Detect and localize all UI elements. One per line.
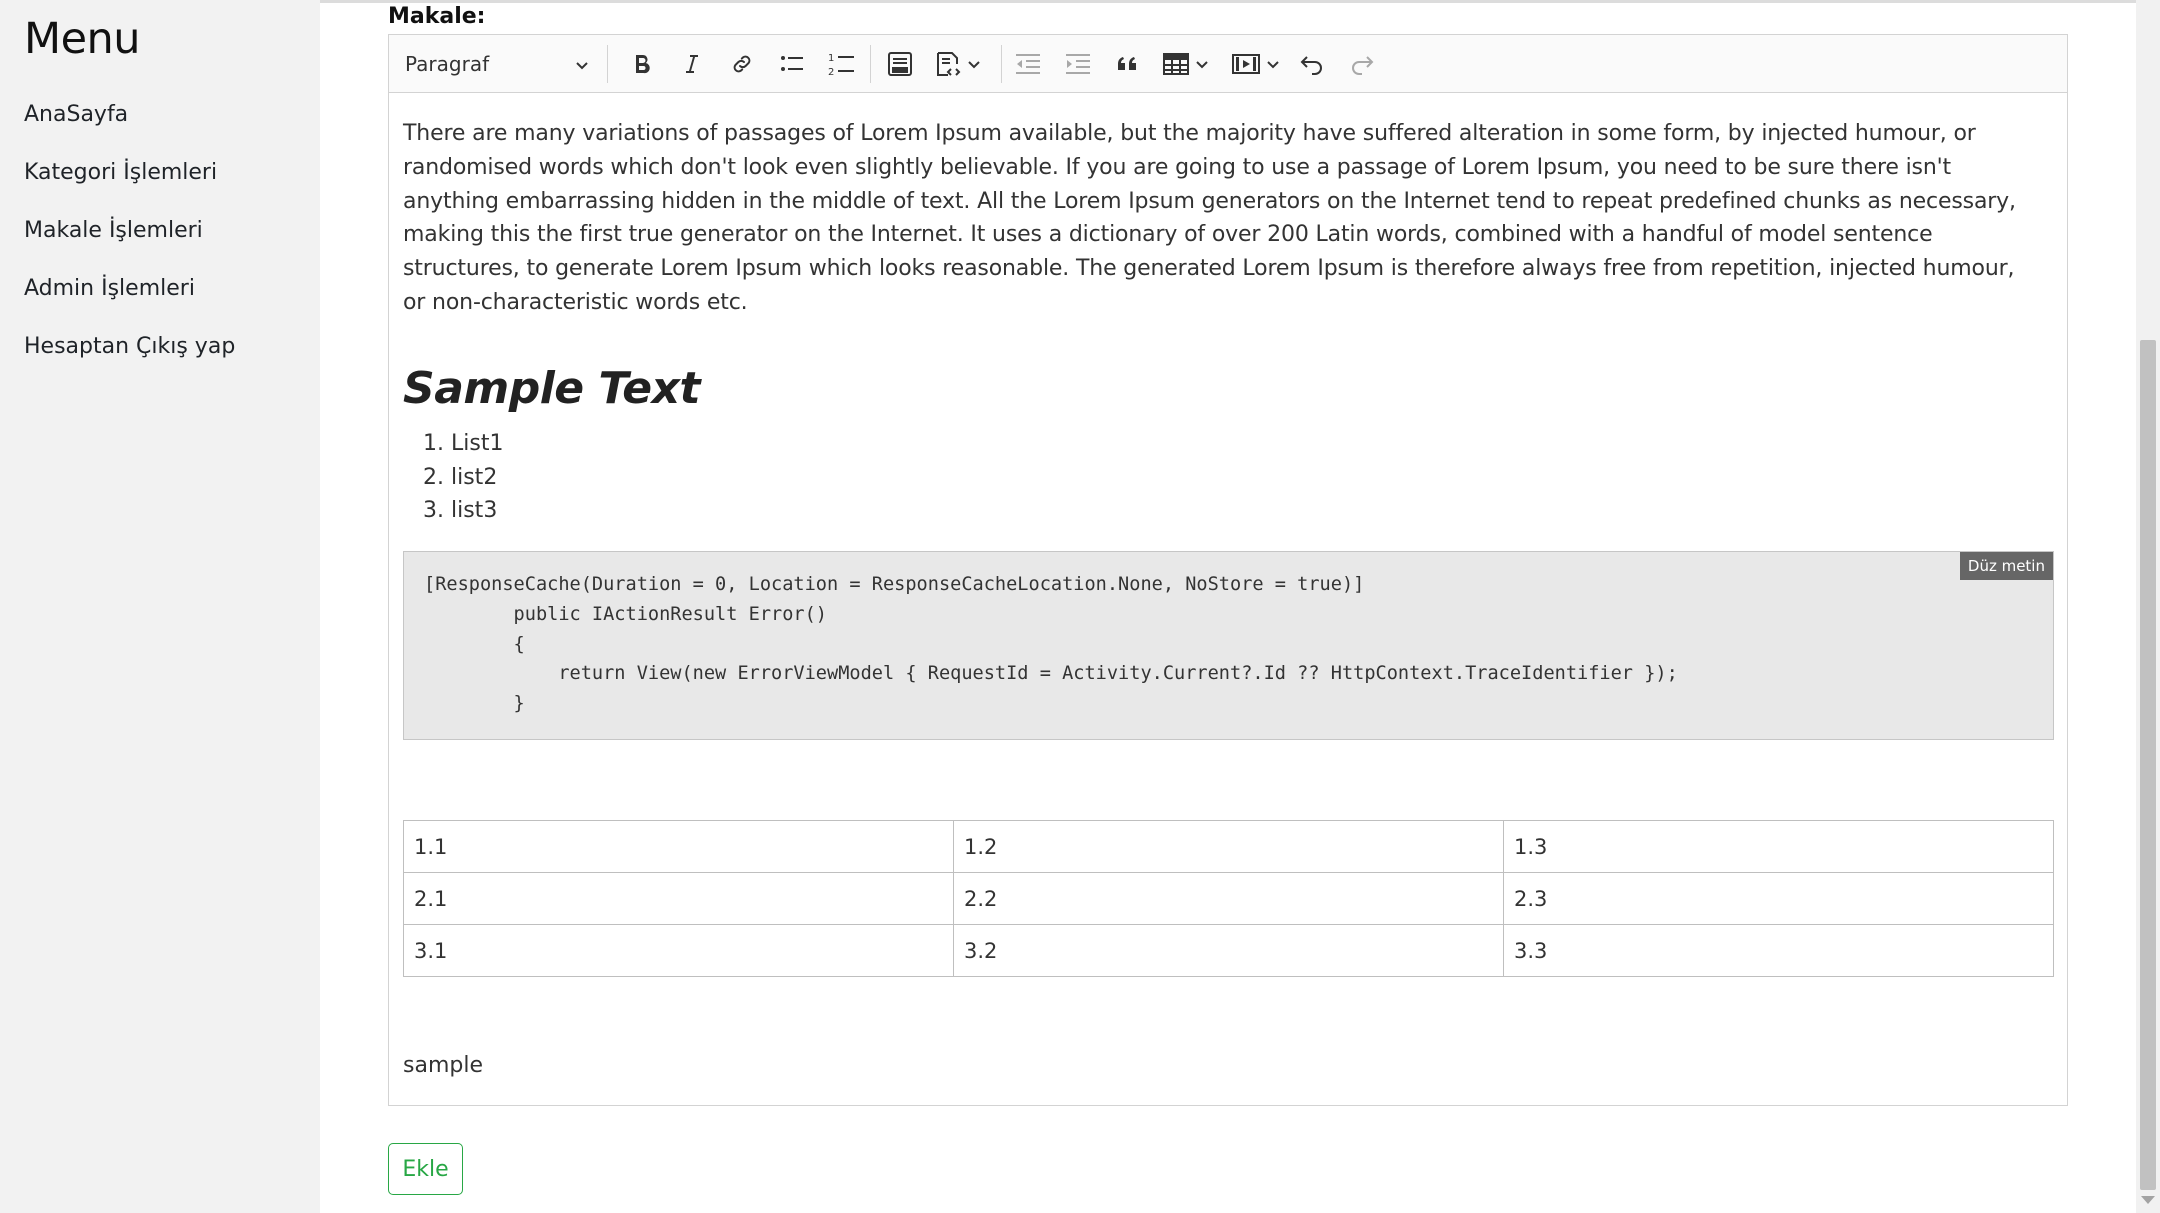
bold-icon[interactable] bbox=[619, 43, 665, 85]
code-text: [ResponseCache(Duration = 0, Location = … bbox=[424, 574, 1678, 715]
heading-dropdown-value: Paragraf bbox=[405, 52, 490, 76]
sidebar-title: Menu bbox=[24, 14, 141, 64]
article-field-label: Makale: bbox=[388, 4, 486, 29]
italic-icon[interactable] bbox=[669, 43, 715, 85]
table-cell[interactable]: 3.3 bbox=[1503, 924, 2054, 977]
blockquote-icon[interactable] bbox=[1105, 43, 1151, 85]
table-cell[interactable]: 1.3 bbox=[1503, 820, 2054, 873]
scrollbar-thumb[interactable] bbox=[2140, 340, 2156, 1190]
list-item: list2 bbox=[451, 461, 503, 495]
redo-icon[interactable] bbox=[1339, 43, 1385, 85]
sidebar-item-kategori-islemleri[interactable]: Kategori İşlemleri bbox=[24, 154, 235, 212]
table-cell[interactable]: 2.1 bbox=[403, 872, 954, 925]
html-embed-icon[interactable] bbox=[877, 43, 923, 85]
numbered-list: List1 list2 list3 bbox=[403, 427, 503, 528]
sidebar: Menu AnaSayfa Kategori İşlemleri Makale … bbox=[0, 0, 320, 1213]
content-table[interactable]: 1.1 1.2 1.3 2.1 2.2 2.3 3.1 3.2 3.3 bbox=[403, 820, 2054, 977]
outdent-icon[interactable] bbox=[1005, 43, 1051, 85]
table-cell[interactable]: 2.2 bbox=[953, 872, 1504, 925]
code-language-badge: Düz metin bbox=[1959, 552, 2053, 580]
toolbar-separator bbox=[1001, 45, 1002, 83]
sidebar-nav: AnaSayfa Kategori İşlemleri Makale İşlem… bbox=[24, 96, 235, 386]
scroll-down-icon[interactable] bbox=[2141, 1196, 2155, 1204]
list-item: list3 bbox=[451, 494, 503, 528]
table-cell[interactable]: 1.2 bbox=[953, 820, 1504, 873]
table-row: 2.1 2.2 2.3 bbox=[403, 872, 2054, 925]
heading-dropdown[interactable]: Paragraf bbox=[397, 43, 597, 85]
top-border bbox=[0, 0, 2160, 3]
table-row: 1.1 1.2 1.3 bbox=[403, 820, 2054, 873]
editor-content[interactable]: There are many variations of passages of… bbox=[389, 93, 2067, 1105]
code-block[interactable]: Düz metin [ResponseCache(Duration = 0, L… bbox=[403, 551, 2054, 740]
table-icon[interactable] bbox=[1155, 43, 1217, 85]
table-row: 3.1 3.2 3.3 bbox=[403, 924, 2054, 977]
table-cell[interactable]: 1.1 bbox=[403, 820, 954, 873]
bulleted-list-icon[interactable] bbox=[769, 43, 815, 85]
chevron-down-icon bbox=[573, 55, 591, 79]
toolbar-separator bbox=[870, 45, 871, 83]
sidebar-item-anasayfa[interactable]: AnaSayfa bbox=[24, 96, 235, 154]
svg-text:1: 1 bbox=[828, 53, 834, 64]
numbered-list-icon[interactable]: 12 bbox=[819, 43, 865, 85]
list-item: List1 bbox=[451, 427, 503, 461]
closing-paragraph: sample bbox=[403, 1053, 483, 1078]
sidebar-item-cikis-yap[interactable]: Hesaptan Çıkış yap bbox=[24, 328, 235, 386]
sidebar-item-makale-islemleri[interactable]: Makale İşlemleri bbox=[24, 212, 235, 270]
table-cell[interactable]: 3.2 bbox=[953, 924, 1504, 977]
rich-text-editor: Paragraf 12 There are many variations of… bbox=[388, 34, 2068, 1106]
submit-button[interactable]: Ekle bbox=[388, 1143, 463, 1195]
page-scrollbar[interactable] bbox=[2136, 0, 2160, 1213]
table-cell[interactable]: 3.1 bbox=[403, 924, 954, 977]
link-icon[interactable] bbox=[719, 43, 765, 85]
article-paragraph: There are many variations of passages of… bbox=[403, 121, 2016, 315]
media-embed-icon[interactable] bbox=[1223, 43, 1289, 85]
indent-icon[interactable] bbox=[1055, 43, 1101, 85]
sidebar-item-admin-islemleri[interactable]: Admin İşlemleri bbox=[24, 270, 235, 328]
undo-icon[interactable] bbox=[1289, 43, 1335, 85]
svg-text:2: 2 bbox=[828, 67, 834, 77]
toolbar-separator bbox=[607, 45, 608, 83]
table-cell[interactable]: 2.3 bbox=[1503, 872, 2054, 925]
editor-toolbar: Paragraf 12 bbox=[389, 35, 2067, 93]
article-heading: Sample Text bbox=[403, 363, 701, 414]
source-editing-icon[interactable] bbox=[927, 43, 989, 85]
